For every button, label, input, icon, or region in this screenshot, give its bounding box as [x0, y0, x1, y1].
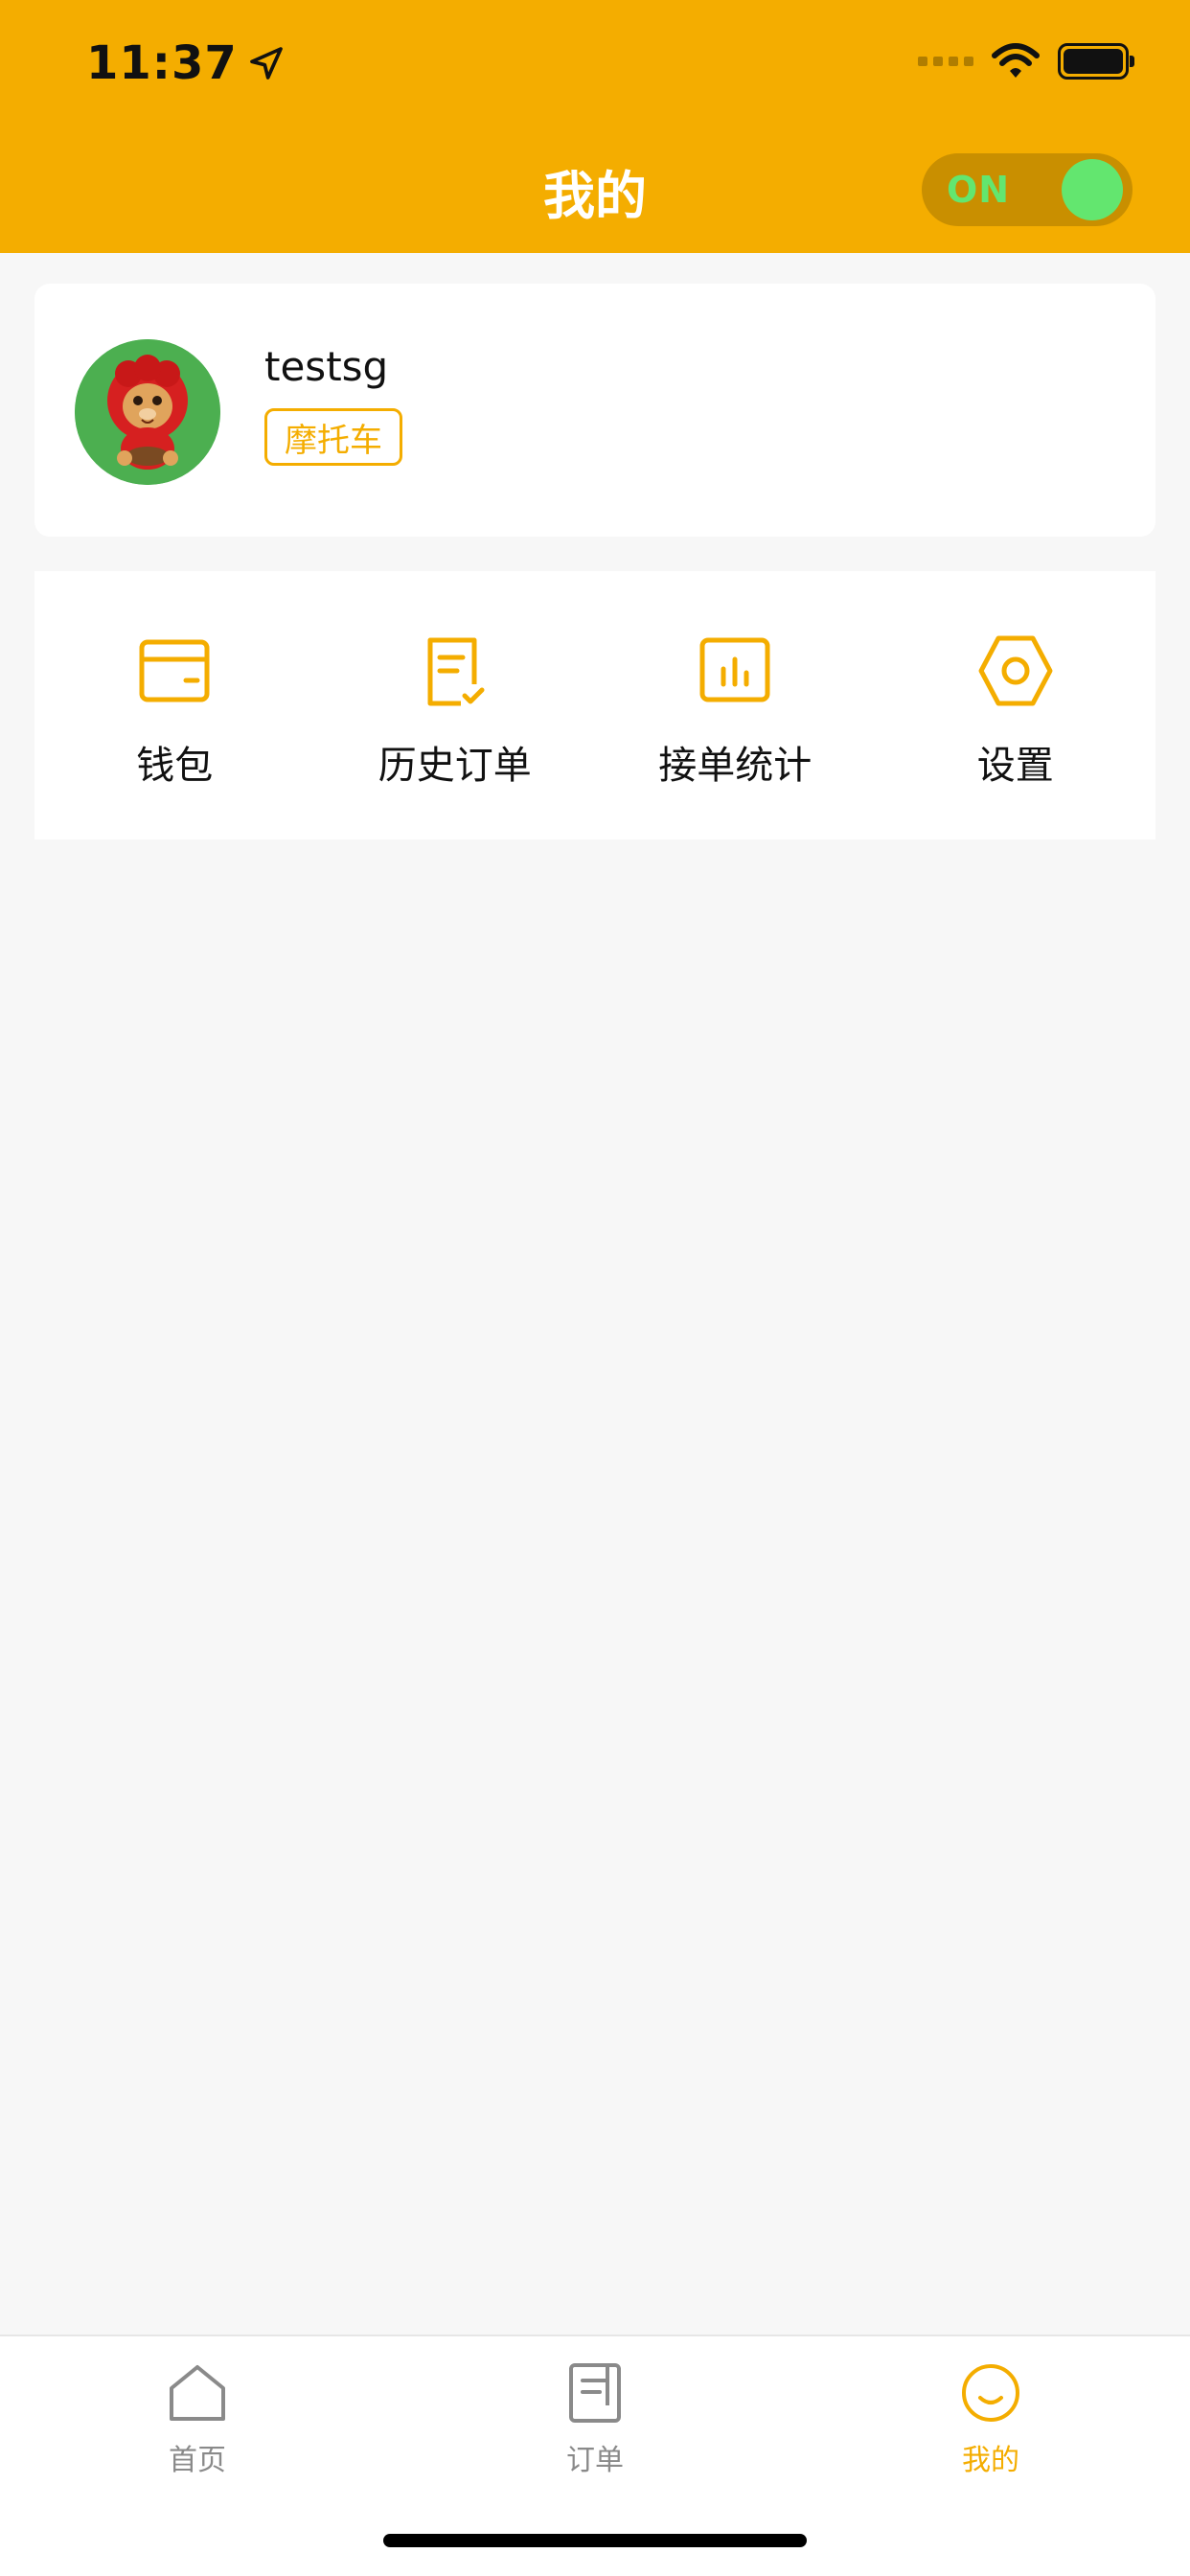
wifi-icon [992, 43, 1040, 78]
menu-label-order-statistics: 接单统计 [658, 744, 812, 788]
avatar[interactable] [75, 339, 220, 485]
toggle-label: ON [947, 169, 1011, 211]
lion-mascot-avatar [75, 339, 220, 485]
settings-icon [978, 635, 1053, 706]
menu-label-history-orders: 历史订单 [378, 744, 532, 788]
menu-item-settings[interactable]: 设置 [876, 571, 1156, 840]
vehicle-type-badge: 摩托车 [264, 408, 402, 466]
status-indicators [918, 42, 1134, 80]
statistics-icon [699, 637, 770, 702]
status-time-text: 11:37 [86, 36, 238, 90]
home-indicator[interactable] [383, 2534, 807, 2547]
tab-orders[interactable]: 订单 [499, 2359, 691, 2478]
menu-label-wallet: 钱包 [136, 744, 214, 788]
history-order-icon [427, 637, 485, 706]
wallet-icon [139, 639, 210, 702]
profile-card[interactable]: testsg 摩托车 [34, 284, 1156, 537]
menu-item-wallet[interactable]: 钱包 [34, 571, 315, 840]
tab-orders-label: 订单 [566, 2444, 624, 2477]
menu-label-settings: 设置 [976, 744, 1054, 788]
tab-profile[interactable]: 我的 [895, 2359, 1087, 2478]
profile-smile-icon [962, 2364, 1019, 2422]
cellular-dots-icon [918, 57, 973, 66]
home-icon [170, 2365, 225, 2421]
menu-item-history-orders[interactable]: 历史订单 [315, 571, 596, 840]
menu-item-order-statistics[interactable]: 接单统计 [595, 571, 876, 840]
location-arrow-icon [249, 47, 283, 80]
orders-icon [569, 2363, 621, 2423]
status-time: 11:37 [86, 36, 286, 90]
profile-screen: 11:37 我的 ON testsg 摩托车 钱包 历史订单 接单统计 设置 首… [0, 0, 1190, 2576]
menu-card: 钱包 历史订单 接单统计 设置 [34, 571, 1156, 840]
toggle-knob [1062, 159, 1123, 220]
battery-icon [1058, 43, 1134, 80]
online-toggle[interactable]: ON [922, 153, 1133, 226]
header: 11:37 我的 ON [0, 0, 1190, 253]
tab-profile-label: 我的 [962, 2444, 1019, 2477]
menu-grid: 钱包 历史订单 接单统计 设置 [34, 571, 1156, 840]
tab-home-label: 首页 [169, 2444, 226, 2477]
username: testsg [264, 343, 389, 390]
tab-home[interactable]: 首页 [102, 2359, 293, 2478]
